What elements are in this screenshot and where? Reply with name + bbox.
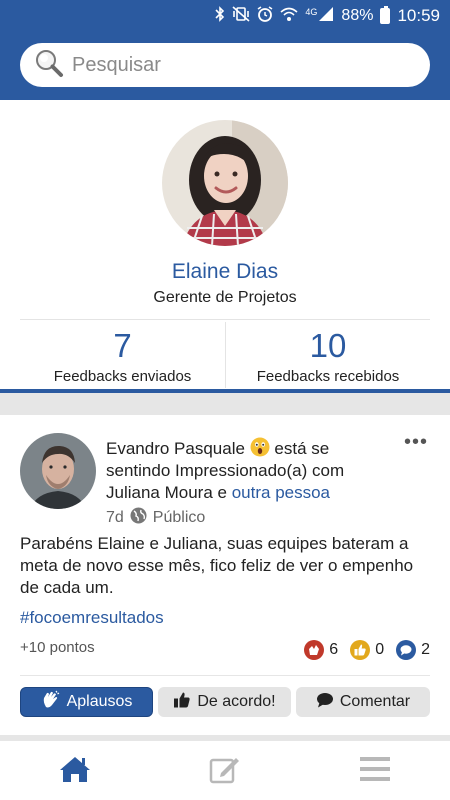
clap-icon [304, 640, 325, 660]
profile-avatar[interactable] [162, 120, 288, 246]
feed-post: Evandro Pasquale está se sentindo Impres… [0, 415, 450, 735]
status-bar: 4G 88% 10:59 [0, 0, 450, 32]
stat-label: Feedbacks enviados [53, 368, 192, 385]
agree-button[interactable]: De acordo! [158, 687, 291, 717]
tagged-person[interactable]: Juliana Moura [106, 483, 213, 502]
home-icon [59, 755, 91, 788]
agree-count: 0 [375, 641, 385, 658]
app-header: 4G 88% 10:59 [0, 0, 450, 100]
comment-button[interactable]: Comentar [296, 687, 430, 717]
hashtag-link[interactable]: #focoemresultados [20, 608, 164, 628]
battery-icon [380, 6, 391, 24]
stat-value: 7 [113, 327, 132, 364]
comment-count: 2 [421, 641, 430, 658]
applause-label: Aplausos [66, 693, 133, 710]
search-input[interactable] [72, 53, 392, 77]
agree-label: De acordo! [197, 693, 276, 710]
applause-count: 6 [329, 641, 339, 658]
stat-feedbacks-sent[interactable]: 7 Feedbacks enviados [20, 322, 225, 388]
reaction-summary[interactable]: 6 0 2 [304, 640, 430, 660]
comment-icon [316, 691, 334, 714]
stat-value: 10 [309, 327, 347, 364]
post-header: Evandro Pasquale está se sentindo Impres… [106, 437, 396, 504]
applause-button[interactable]: Aplausos [20, 687, 153, 717]
vibrate-icon [232, 6, 250, 26]
globe-icon [130, 507, 147, 529]
author-avatar[interactable] [20, 433, 96, 509]
connector-text: e [217, 483, 227, 502]
bottom-navigation [0, 741, 450, 800]
astonished-emoji-icon [250, 437, 270, 457]
profile-card: Elaine Dias Gerente de Projetos 7 Feedba… [0, 100, 450, 390]
points-label: +10 pontos [20, 639, 95, 656]
network-type: 4G [305, 7, 318, 17]
nav-new-feedback[interactable] [205, 753, 245, 789]
comment-label: Comentar [339, 693, 411, 710]
others-link[interactable]: outra pessoa [232, 483, 330, 502]
clock: 10:59 [397, 6, 440, 25]
divider [20, 319, 430, 320]
search-icon [34, 48, 64, 83]
divider [20, 675, 430, 676]
stat-label: Feedbacks recebidos [256, 368, 400, 385]
section-separator [0, 393, 450, 415]
author-name[interactable]: Evandro Pasquale [106, 439, 245, 458]
bluetooth-icon [215, 6, 225, 26]
visibility-label: Público [152, 509, 206, 526]
thumbs-up-icon [350, 640, 371, 660]
nav-menu[interactable] [355, 753, 395, 789]
comment-icon [396, 640, 417, 660]
profile-role: Gerente de Projetos [153, 289, 297, 306]
nav-home[interactable] [55, 753, 95, 789]
post-meta: 7d Público [106, 507, 205, 529]
profile-name[interactable]: Elaine Dias [0, 260, 450, 284]
search-bar[interactable] [20, 43, 430, 87]
clap-icon [41, 690, 61, 715]
post-actions: Aplausos De acordo! Comentar [20, 687, 430, 717]
alarm-icon [257, 6, 273, 26]
more-options-icon[interactable]: ••• [404, 432, 428, 452]
menu-icon [359, 756, 391, 787]
post-body: Parabéns Elaine e Juliana, suas equipes … [20, 534, 414, 597]
edit-icon [209, 754, 241, 789]
wifi-icon [280, 6, 298, 26]
battery-percent: 88% [341, 7, 374, 24]
stat-feedbacks-received[interactable]: 10 Feedbacks recebidos [225, 322, 430, 388]
thumbs-up-icon [173, 691, 191, 714]
post-time: 7d [106, 509, 124, 526]
signal-icon [318, 6, 334, 26]
